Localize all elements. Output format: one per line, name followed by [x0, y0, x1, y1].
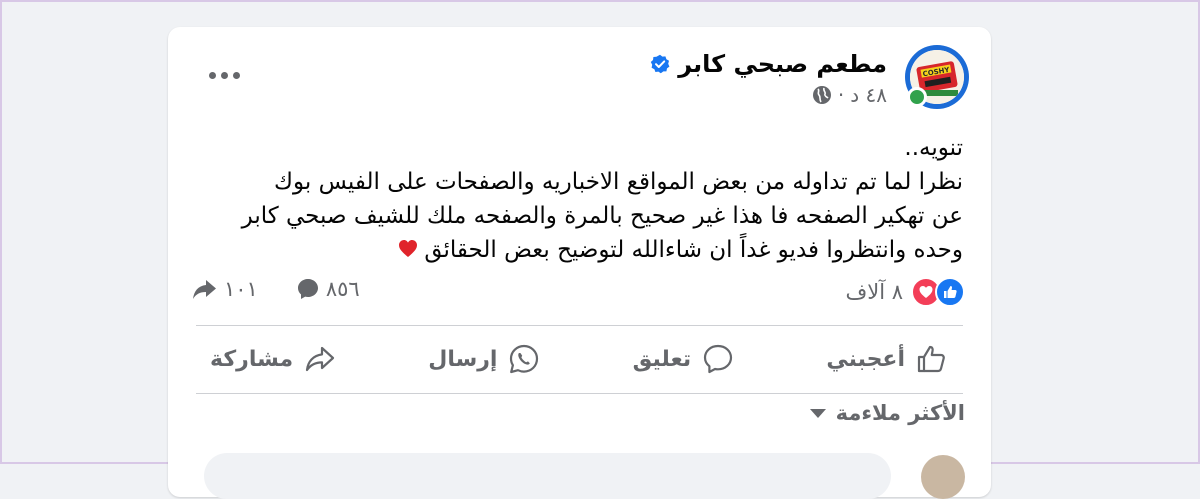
post-card: COSHY مطعم صبحي كابر ٤٨ د · تنويه.. نظرا…	[168, 27, 991, 499]
post-text-line: تنويه..	[904, 135, 963, 161]
post-text-line: عن تهكير الصفحه فا هذا غير صحيح بالمرة و…	[241, 203, 963, 229]
online-status-dot	[907, 87, 927, 107]
commenter-avatar[interactable]	[921, 455, 965, 499]
chevron-down-icon	[809, 408, 826, 418]
more-options-icon[interactable]	[198, 57, 250, 93]
post-text-line-last: وحده وانتظروا فديو غداً ان شاءالله لتوضي…	[203, 233, 963, 267]
send-label: إرسال	[428, 346, 498, 372]
reactions-count[interactable]: ٨ آلاف	[845, 280, 903, 304]
comment-label: تعليق	[632, 346, 692, 372]
sort-label: الأكثر ملاءمة	[835, 401, 965, 425]
post-text-line: وحده وانتظروا فديو غداً ان شاءالله لتوضي…	[424, 237, 963, 263]
dot	[232, 71, 240, 79]
red-heart-emoji-icon	[399, 240, 418, 257]
post-text: تنويه.. نظرا لما تم تداوله من بعض المواق…	[203, 131, 963, 267]
divider	[196, 325, 963, 326]
like-label: أعجبني	[826, 346, 905, 372]
send-button[interactable]: إرسال	[414, 334, 555, 384]
globe-icon[interactable]	[812, 85, 832, 105]
divider	[196, 393, 963, 394]
verified-badge-icon	[651, 54, 670, 74]
comment-input[interactable]	[204, 453, 891, 499]
shares-count: ١٠١	[224, 277, 258, 301]
reactions-summary[interactable]: ٨ آلاف	[845, 277, 965, 307]
share-arrow-icon	[193, 280, 216, 299]
like-button[interactable]: أعجبني	[812, 334, 963, 384]
like-reaction-icon	[935, 277, 965, 307]
page-avatar[interactable]: COSHY	[905, 45, 969, 109]
comment-button[interactable]: تعليق	[619, 334, 749, 384]
page-name[interactable]: مطعم صبحي كابر	[678, 49, 887, 79]
post-meta: ٤٨ د ·	[812, 83, 887, 107]
post-text-line: نظرا لما تم تداوله من بعض المواقع الاخبا…	[274, 169, 963, 195]
comment-bubble-icon	[297, 279, 318, 299]
comments-count: ٨٥٦	[325, 277, 360, 301]
page-name-row: مطعم صبحي كابر	[650, 49, 887, 79]
dot	[220, 71, 228, 79]
post-timestamp[interactable]: ٤٨ د	[850, 83, 887, 107]
shares-stat[interactable]: ١٠١	[192, 277, 258, 301]
share-button[interactable]: مشاركة	[196, 334, 351, 384]
share-arrow-outline-icon	[305, 346, 335, 372]
dot	[208, 71, 216, 79]
engagement-stats: ٨٥٦ ١٠١	[192, 277, 360, 301]
comments-sort-dropdown[interactable]: الأكثر ملاءمة	[809, 401, 965, 425]
comments-stat[interactable]: ٨٥٦	[296, 277, 360, 301]
meta-separator: ·	[837, 83, 845, 107]
post-actions: أعجبني تعليق إرسال مشاركة	[196, 327, 963, 391]
share-label: مشاركة	[210, 346, 294, 372]
thumbs-up-icon	[917, 345, 945, 373]
whatsapp-icon	[510, 344, 539, 374]
speech-bubble-icon	[704, 344, 733, 374]
